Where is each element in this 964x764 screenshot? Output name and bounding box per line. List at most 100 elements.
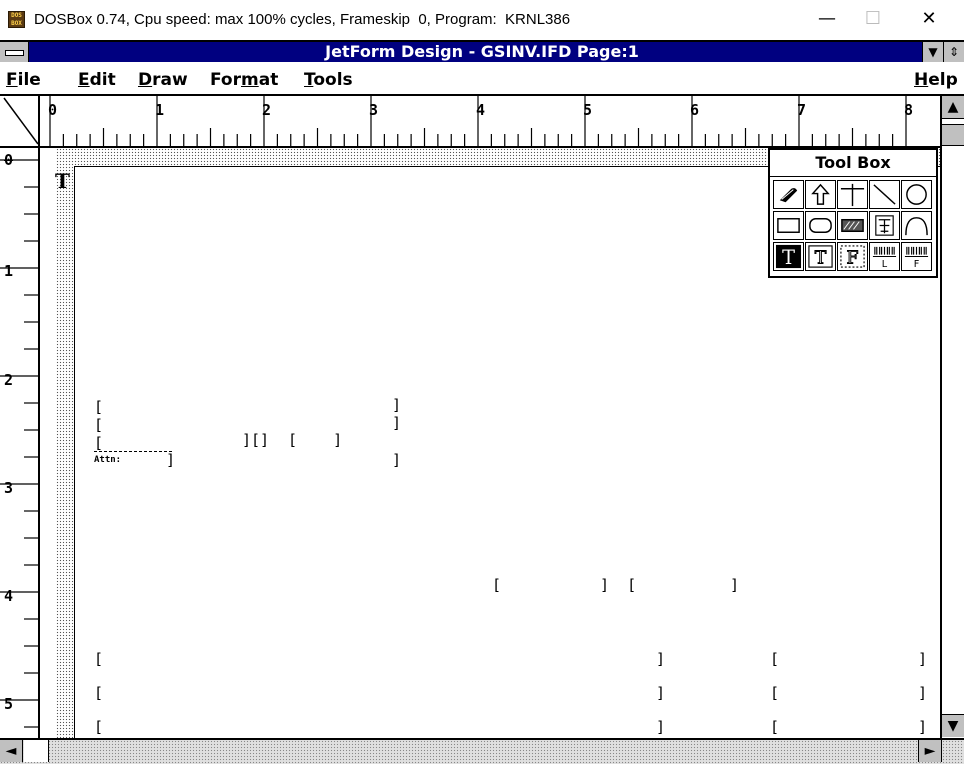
barcode-f-icon[interactable]: F <box>901 242 932 271</box>
field-bracket[interactable]: [ <box>94 650 103 668</box>
h-ruler-label: 4 <box>476 101 486 119</box>
tool-box-title: Tool Box <box>770 150 936 177</box>
vertical-ruler-ticks <box>0 159 38 728</box>
field-bracket[interactable]: [ <box>770 650 779 668</box>
diagonal-line-icon[interactable] <box>869 180 900 209</box>
field-bracket[interactable]: ] <box>918 684 927 702</box>
text-filled-icon[interactable]: T <box>773 242 804 271</box>
field-bracket[interactable]: [ <box>492 576 501 594</box>
field-bracket[interactable]: ] <box>730 576 739 594</box>
v-ruler-label: 3 <box>4 479 14 497</box>
field-bracket[interactable]: [ <box>94 416 103 434</box>
vertical-scrollbar[interactable]: ▲ ▼ <box>940 96 964 738</box>
arc-icon[interactable] <box>901 211 932 240</box>
vertical-line-icon[interactable] <box>837 180 868 209</box>
field-tool-glyph: F <box>846 248 858 268</box>
menu-format[interactable]: Format <box>210 70 278 90</box>
menu-draw-hotkey: D <box>138 70 153 90</box>
field-bracket[interactable]: ] <box>918 650 927 668</box>
app-caption-bar[interactable]: JetForm Design - GSINV.IFD Page:1 ▼ ⇕ <box>0 40 964 62</box>
caption-maximize-button[interactable]: ⇕ <box>943 42 964 62</box>
field-bracket[interactable]: [ <box>94 398 103 416</box>
ruler-corner[interactable] <box>0 96 40 148</box>
horizontal-scroll-thumb[interactable] <box>24 740 49 762</box>
menu-draw[interactable]: Draw <box>138 70 188 90</box>
field-attn-label[interactable]: Attn: <box>94 455 121 465</box>
menu-bar: File Edit Draw Format Tools Help <box>0 62 964 96</box>
vertical-scroll-thumb[interactable] <box>942 124 964 146</box>
scroll-right-button[interactable]: ► <box>918 740 942 762</box>
system-menu-button[interactable] <box>0 42 29 62</box>
minimize-button[interactable]: — <box>804 0 850 38</box>
v-ruler-label: 2 <box>4 371 14 389</box>
barcode-l-icon[interactable]: L <box>869 242 900 271</box>
field-bracket[interactable]: [ <box>94 434 103 452</box>
menu-edit[interactable]: Edit <box>78 70 116 90</box>
field-bracket[interactable]: ] <box>392 451 401 469</box>
field-bracket[interactable]: ] <box>918 718 927 736</box>
maximize-button[interactable]: ☐ <box>850 0 896 38</box>
field-bracket-pair[interactable]: ][] <box>242 431 269 449</box>
menu-edit-hotkey: E <box>78 70 90 90</box>
scroll-left-button[interactable]: ◄ <box>0 740 23 762</box>
field-bracket-pair[interactable]: ] [ <box>600 576 636 594</box>
system-menu-icon <box>5 50 24 56</box>
h-ruler-label: 7 <box>797 101 807 119</box>
scroll-down-button[interactable]: ▼ <box>942 714 964 737</box>
menu-format-hotkey: m <box>241 70 259 90</box>
menu-edit-label: dit <box>89 70 116 90</box>
field-bracket[interactable]: ] <box>656 650 665 668</box>
v-ruler-label: 5 <box>4 695 14 713</box>
menu-file-hotkey: F <box>6 70 18 90</box>
menu-help-label: elp <box>928 70 958 90</box>
close-button[interactable]: ✕ <box>906 0 952 38</box>
text-box-icon[interactable]: T <box>805 242 836 271</box>
field-bracket[interactable]: ] <box>392 414 401 432</box>
host-title-bar[interactable]: DOS BOX DOSBox 0.74, Cpu speed: max 100%… <box>0 0 964 40</box>
field-bracket[interactable]: [ <box>770 684 779 702</box>
menu-file[interactable]: File <box>6 70 41 90</box>
host-window-title: DOSBox 0.74, Cpu speed: max 100% cycles,… <box>34 11 571 28</box>
field-bracket[interactable]: ] <box>656 718 665 736</box>
menu-tools[interactable]: Tools <box>304 70 353 90</box>
text-cursor-icon: T <box>55 169 70 193</box>
horizontal-scrollbar[interactable]: ◄ ► <box>0 738 964 764</box>
field-bracket[interactable]: [ <box>94 684 103 702</box>
paint-icon[interactable] <box>773 180 804 209</box>
field-bracket[interactable]: ] <box>166 451 175 469</box>
h-ruler-label: 1 <box>155 101 165 119</box>
field-bracket[interactable]: ] <box>392 396 401 414</box>
logo-icon[interactable] <box>869 211 900 240</box>
ruler-corner-diagonal <box>3 97 39 145</box>
rectangle-icon[interactable] <box>773 211 804 240</box>
vertical-ruler[interactable]: 0 1 2 3 4 5 <box>0 148 40 738</box>
h-ruler-label: 8 <box>904 101 914 119</box>
tool-grid: TTFLF <box>773 180 935 274</box>
field-bracket[interactable]: ] <box>656 684 665 702</box>
page-margin-left <box>56 148 74 738</box>
caption-minimize-button[interactable]: ▼ <box>922 42 943 62</box>
horizontal-ruler[interactable]: 0 1 2 3 4 5 6 7 8 <box>40 96 940 148</box>
circle-icon[interactable] <box>901 180 932 209</box>
field-bracket[interactable]: [ <box>94 718 103 736</box>
menu-file-label: ile <box>17 70 41 90</box>
field-bracket[interactable]: [ <box>770 718 779 736</box>
scroll-up-button[interactable]: ▲ <box>942 96 964 119</box>
menu-format-label-pre: For <box>210 70 241 90</box>
tool-box-palette[interactable]: Tool Box TTFLF <box>768 148 938 278</box>
field-icon[interactable]: F <box>837 242 868 271</box>
rounded-rectangle-icon[interactable] <box>805 211 836 240</box>
v-ruler-label: 1 <box>4 262 14 280</box>
hatched-box-icon[interactable] <box>837 211 868 240</box>
h-ruler-label: 5 <box>583 101 593 119</box>
menu-help[interactable]: Help <box>914 70 958 90</box>
menu-tools-label: ools <box>313 70 353 90</box>
field-bracket-pair[interactable]: [ ] <box>288 431 342 449</box>
arrow-up-icon[interactable] <box>805 180 836 209</box>
menu-draw-label: raw <box>152 70 188 90</box>
text-box-tool-glyph: T <box>815 248 827 268</box>
app-title: JetForm Design - GSINV.IFD Page:1 <box>325 42 639 61</box>
h-ruler-label: 0 <box>48 101 58 119</box>
h-ruler-label: 2 <box>262 101 272 119</box>
menu-help-hotkey: H <box>914 70 929 90</box>
